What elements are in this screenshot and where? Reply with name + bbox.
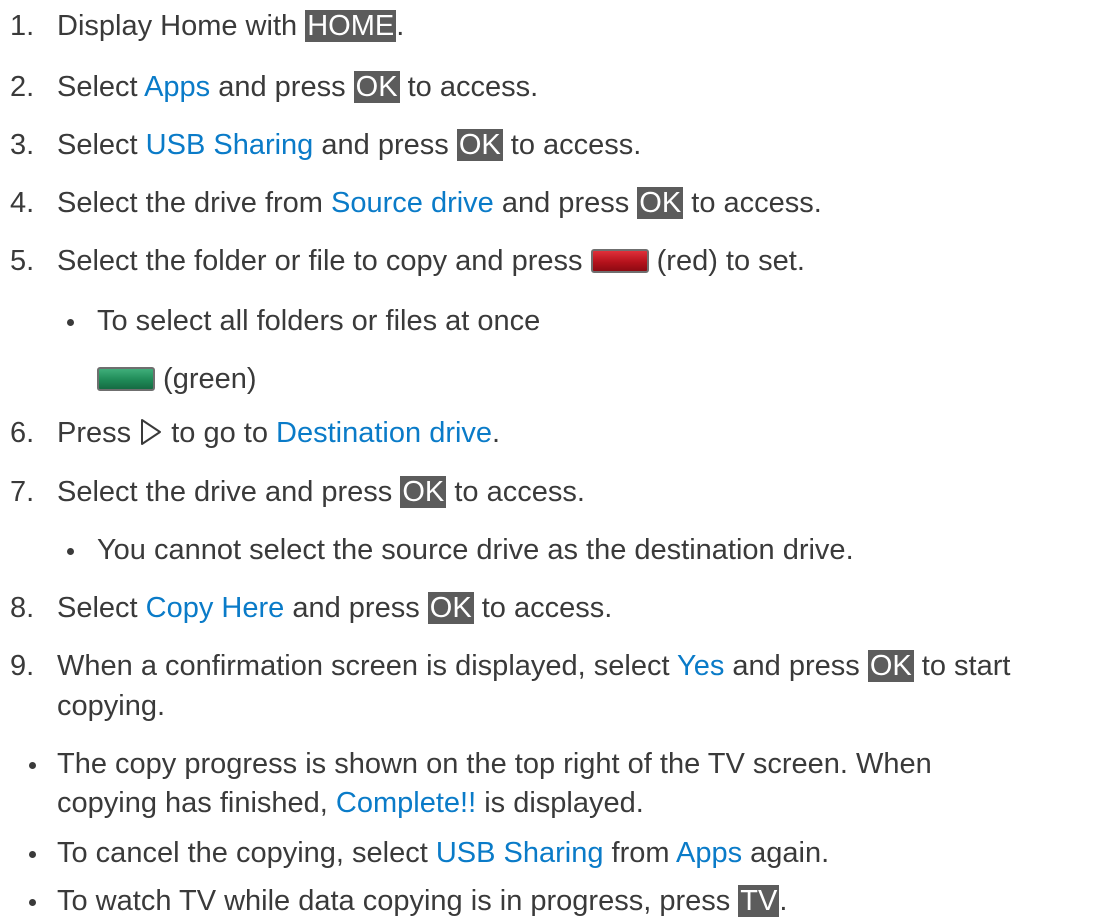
step-text: and press [210,71,354,103]
bullet-text: To select all folders or files at once [97,305,541,337]
step-number: 4. [10,187,35,219]
right-arrow-icon [141,419,162,445]
red-button-icon [590,249,649,273]
usb-sharing-link[interactable]: USB Sharing [436,837,604,869]
step-number: 3. [10,129,35,161]
step-text: Press [57,417,140,449]
note-text: is displayed. [476,787,644,819]
note-text: The copy progress is shown on the top ri… [57,748,932,780]
step-number: 7. [10,476,35,508]
note-text: copying has finished, [57,787,336,819]
step-text: Select [57,71,145,103]
step-text: Select [57,592,146,624]
copy-here-link[interactable]: Copy Here [146,592,285,624]
step-text: to access. [473,592,613,624]
step-text: to access. [399,71,539,103]
bullet-text: You cannot select the source drive as th… [97,534,854,566]
step-text: to access. [683,187,822,219]
step-text: copying. [57,690,166,722]
note-text: . [779,885,788,917]
step-number: 5. [10,245,35,277]
step-text: (red) to set. [648,245,805,277]
ok-key: OK [867,650,914,682]
step-text: and press [284,592,428,624]
destination-drive-link[interactable]: Destination drive [276,417,492,449]
note-text: To watch TV while data copying is in pro… [57,885,739,917]
step-text: Select the drive and press [57,476,401,508]
step-text: When a confirmation screen is displayed,… [57,650,678,682]
note-text: To cancel the copying, select [57,837,436,869]
step-text: and press [313,129,457,161]
step-text: and press [724,650,868,682]
step-text: and press [493,187,638,219]
step-text: to access. [502,129,642,161]
step-text: Select the folder or file to copy and pr… [57,245,591,277]
step-text: to start [913,650,1011,682]
complete-link[interactable]: Complete!! [336,787,476,819]
step-text: to access. [446,476,585,508]
ok-key: OK [456,129,503,161]
bullet-icon [67,318,74,326]
source-drive-link[interactable]: Source drive [331,187,494,219]
bullet-icon [29,898,36,906]
bullet-text: (green) [155,363,257,395]
step-number: 6. [10,417,35,449]
home-key: HOME [305,10,397,42]
step-text: Select the drive from [57,187,331,219]
green-button-icon [97,367,155,391]
ok-key: OK [427,592,474,624]
step-text: Select [57,129,146,161]
step-number: 9. [10,650,35,682]
note-text: from [603,837,676,869]
step-text: . [396,10,405,42]
ok-key: OK [353,71,400,103]
step-text: . [492,417,501,449]
apps-link[interactable]: Apps [144,71,210,103]
tv-key: TV [738,885,780,917]
step-number: 8. [10,592,35,624]
ok-key: OK [637,187,684,219]
note-text: again. [742,837,830,869]
ok-key: OK [400,476,447,508]
yes-link[interactable]: Yes [677,650,724,682]
usb-sharing-link[interactable]: USB Sharing [146,129,314,161]
bullet-icon [67,547,74,555]
apps-link[interactable]: Apps [676,837,742,869]
step-text: Display Home with [57,10,306,42]
bullet-icon [29,850,36,858]
step-number: 2. [10,71,35,103]
step-number: 1. [10,10,35,42]
bullet-icon [29,761,36,769]
step-text: to go to [163,417,277,449]
